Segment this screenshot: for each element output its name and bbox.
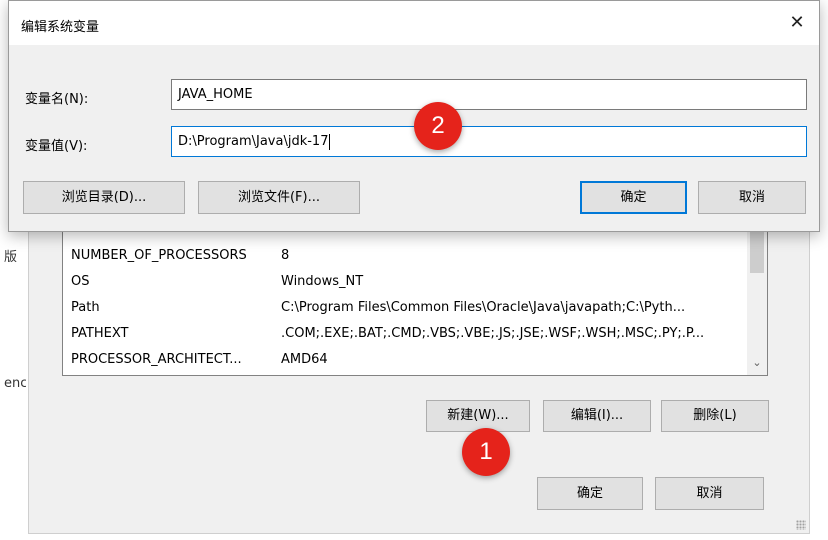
variable-value-field[interactable]: D:\Program\Java\jdk-17 <box>171 126 807 157</box>
table-row[interactable]: OS Windows_NT <box>63 269 743 295</box>
browse-directory-button[interactable]: 浏览目录(D)... <box>23 181 185 214</box>
dialog-cancel-button[interactable]: 取消 <box>698 181 806 214</box>
dialog-title: 编辑系统变量 <box>21 20 100 35</box>
chevron-down-icon[interactable]: ⌄ <box>747 355 767 371</box>
delete-variable-button[interactable]: 删除(L) <box>661 400 769 432</box>
dialog-titlebar[interactable]: 编辑系统变量 ✕ <box>9 1 819 45</box>
dialog-ok-button[interactable]: 确定 <box>580 181 687 214</box>
variable-name: OS <box>71 274 90 289</box>
variable-name-text: JAVA_HOME <box>178 87 253 102</box>
variable-name-field[interactable]: JAVA_HOME <box>171 79 807 110</box>
variable-name: Path <box>71 300 100 315</box>
table-row[interactable]: Path C:\Program Files\Common Files\Oracl… <box>63 295 743 321</box>
system-variables-list[interactable]: NUMBER_OF_PROCESSORS 8 OS Windows_NT Pat… <box>62 222 768 376</box>
background-cancel-button[interactable]: 取消 <box>655 477 764 510</box>
variable-name: NUMBER_OF_PROCESSORS <box>71 248 247 263</box>
table-row[interactable]: NUMBER_OF_PROCESSORS 8 <box>63 243 743 269</box>
close-icon[interactable]: ✕ <box>783 9 811 37</box>
variable-value: C:\Program Files\Common Files\Oracle\Jav… <box>281 300 686 315</box>
browse-file-button[interactable]: 浏览文件(F)... <box>198 181 360 214</box>
scrollbar-thumb[interactable] <box>750 231 764 273</box>
variable-value: Windows_NT <box>281 274 364 289</box>
variable-name: PROCESSOR_ARCHITECT... <box>71 352 242 367</box>
table-row[interactable]: PROCESSOR_ARCHITECT... AMD64 <box>63 347 743 373</box>
list-scrollbar[interactable]: ⌄ <box>747 223 767 375</box>
variable-name: PATHEXT <box>71 326 129 341</box>
variable-value: .COM;.EXE;.BAT;.CMD;.VBS;.VBE;.JS;.JSE;.… <box>281 326 705 341</box>
table-row[interactable]: PATHEXT .COM;.EXE;.BAT;.CMD;.VBS;.VBE;.J… <box>63 321 743 347</box>
variable-value-label: 变量值(V): <box>25 139 88 154</box>
step-1-marker: 1 <box>462 428 510 476</box>
resize-grip[interactable] <box>796 520 806 530</box>
variable-value: AMD64 <box>281 352 328 367</box>
new-variable-button[interactable]: 新建(W)... <box>426 400 530 432</box>
text-caret <box>329 133 331 150</box>
edit-variable-button[interactable]: 编辑(I)... <box>543 400 651 432</box>
edit-system-variable-dialog: 编辑系统变量 ✕ 变量名(N): JAVA_HOME 变量值(V): D:\Pr… <box>8 0 820 232</box>
edge-text-1: 版 <box>4 250 18 265</box>
edge-text-2: enc <box>4 376 26 391</box>
variable-name-label: 变量名(N): <box>25 92 89 107</box>
variable-value: 8 <box>281 248 290 263</box>
background-ok-button[interactable]: 确定 <box>537 477 643 510</box>
step-2-marker: 2 <box>414 102 462 150</box>
variable-value-text: D:\Program\Java\jdk-17 <box>178 134 329 149</box>
